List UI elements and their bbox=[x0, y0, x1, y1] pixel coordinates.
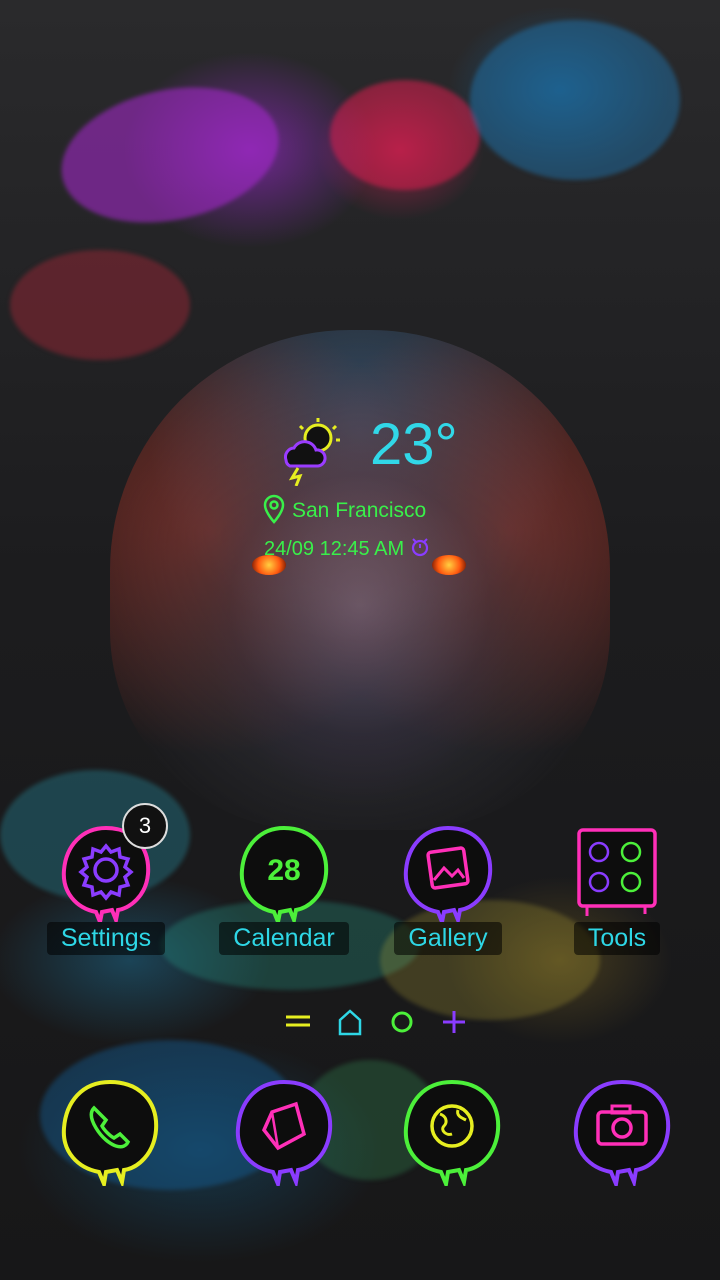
dock-browser[interactable] bbox=[228, 1074, 340, 1192]
app-label-settings: Settings bbox=[46, 922, 166, 955]
menu-lines-icon[interactable] bbox=[286, 1015, 310, 1027]
dock-phone[interactable] bbox=[54, 1074, 166, 1192]
date-time-row[interactable]: 24/09 12:45 AM bbox=[264, 534, 430, 564]
calendar-day: 28 bbox=[267, 854, 301, 887]
circle-icon[interactable] bbox=[391, 1011, 413, 1033]
globe-icon bbox=[396, 1079, 508, 1192]
alarm-clock-icon bbox=[410, 536, 430, 563]
calendar-icon: 28 bbox=[234, 822, 334, 929]
folder-grid-icon bbox=[567, 822, 667, 922]
app-label-tools: Tools bbox=[573, 922, 661, 955]
camera-icon bbox=[566, 1079, 678, 1192]
sun-cloud-storm-icon bbox=[278, 416, 348, 487]
app-tools-folder[interactable]: Tools bbox=[532, 822, 702, 955]
notification-badge: 3 bbox=[122, 803, 168, 849]
phone-icon bbox=[54, 1079, 166, 1192]
location-pin-icon bbox=[262, 494, 286, 529]
picture-icon bbox=[398, 822, 498, 929]
location-label: San Francisco bbox=[292, 499, 427, 522]
dock-globe[interactable] bbox=[396, 1074, 508, 1192]
temperature: 23° bbox=[370, 412, 458, 477]
dock-camera[interactable] bbox=[566, 1074, 678, 1192]
date-time-label: 24/09 12:45 AM bbox=[264, 537, 405, 560]
app-calendar[interactable]: 28 Calendar bbox=[199, 822, 369, 955]
home-icon[interactable] bbox=[338, 1009, 362, 1036]
app-label-calendar: Calendar bbox=[219, 922, 349, 955]
app-gallery[interactable]: Gallery bbox=[363, 822, 533, 955]
app-label-gallery: Gallery bbox=[394, 922, 502, 955]
location-row[interactable]: San Francisco bbox=[262, 494, 426, 528]
page-indicator[interactable] bbox=[282, 1006, 472, 1040]
app-settings[interactable]: Settings bbox=[21, 822, 191, 955]
kite-icon bbox=[228, 1079, 340, 1192]
plus-icon[interactable] bbox=[443, 1011, 465, 1033]
